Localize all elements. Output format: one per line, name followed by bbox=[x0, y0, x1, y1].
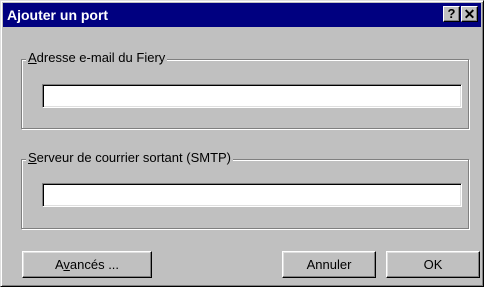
add-port-dialog: Ajouter un port ? ✕ Adresse e-mail du Fi… bbox=[0, 0, 484, 287]
help-icon[interactable]: ? bbox=[443, 6, 460, 22]
title-bar[interactable]: Ajouter un port ? ✕ bbox=[3, 3, 481, 27]
window-title: Ajouter un port bbox=[7, 7, 109, 23]
email-legend-mnemonic: A bbox=[28, 50, 37, 65]
smtp-legend: Serveur de courrier sortant (SMTP) bbox=[26, 150, 234, 166]
smtp-legend-mnemonic: S bbox=[28, 150, 37, 165]
advanced-label-post: ancés ... bbox=[69, 257, 120, 272]
email-legend-text: dresse e-mail du Fiery bbox=[36, 50, 166, 65]
close-icon[interactable]: ✕ bbox=[461, 6, 478, 22]
email-legend: Adresse e-mail du Fiery bbox=[26, 50, 168, 66]
help-glyph: ? bbox=[447, 6, 456, 21]
close-glyph: ✕ bbox=[463, 6, 476, 22]
ok-button[interactable]: OK bbox=[386, 251, 480, 278]
smtp-server-input[interactable] bbox=[42, 183, 462, 207]
smtp-legend-text: erveur de courrier sortant (SMTP) bbox=[36, 150, 232, 165]
cancel-button[interactable]: Annuler bbox=[282, 251, 376, 278]
fiery-email-input[interactable] bbox=[42, 84, 462, 108]
advanced-button[interactable]: Avancés ... bbox=[22, 251, 152, 278]
